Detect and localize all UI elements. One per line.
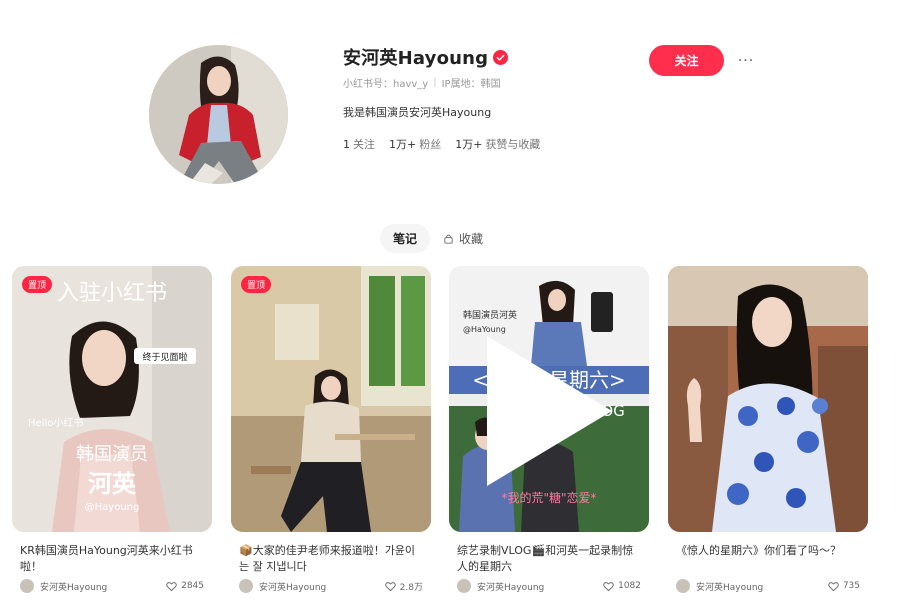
cover-text-subtitle: 韩国演员 bbox=[76, 444, 148, 465]
note-cover-image bbox=[668, 266, 868, 532]
tab-notes[interactable]: 笔记 bbox=[380, 224, 431, 253]
note-footer: 安河英Hayoung 735 bbox=[668, 579, 868, 593]
author-name: 安河英Hayoung bbox=[259, 582, 327, 593]
pinned-badge: 置顶 bbox=[22, 276, 53, 293]
stat-likes-count: 1万+ bbox=[455, 138, 483, 151]
avatar-photo bbox=[149, 45, 288, 184]
like-counter[interactable]: 735 bbox=[828, 581, 860, 592]
stat-following[interactable]: 1 关注 bbox=[343, 136, 375, 152]
like-count: 1082 bbox=[618, 581, 641, 591]
meta-divider: | bbox=[433, 77, 437, 88]
profile-tabs: 笔记 收藏 bbox=[380, 224, 496, 253]
note-card[interactable]: 《惊人的星期六》你们看了吗～？ 安河英Hayoung 735 bbox=[668, 266, 868, 593]
note-footer: 安河英Hayoung 1082 bbox=[449, 579, 649, 593]
lock-icon bbox=[444, 234, 453, 244]
profile-name: 安河英Hayoung bbox=[343, 48, 489, 69]
heart-icon bbox=[828, 581, 839, 591]
profile-avatar bbox=[149, 45, 288, 184]
note-card[interactable]: 韩国演员河英 @HaYoung <惊人的星期六> 录制VLOG *我的荒"糖"恋… bbox=[449, 266, 649, 593]
note-cover[interactable] bbox=[668, 266, 868, 532]
stat-followers-label: 粉丝 bbox=[419, 138, 442, 151]
stat-following-label: 关注 bbox=[353, 138, 375, 151]
stat-likes[interactable]: 1万+ 获赞与收藏 bbox=[455, 136, 540, 152]
follow-button[interactable]: 关注 bbox=[649, 45, 724, 76]
note-author[interactable]: 安河英Hayoung bbox=[457, 579, 544, 593]
note-cover-image: 入驻小红书 终于见面啦 Hello小红书 韩国演员 河英 @Hayoung bbox=[12, 266, 212, 532]
ip-location: IP属地：韩国 bbox=[441, 79, 501, 90]
author-name: 安河英Hayoung bbox=[696, 582, 764, 593]
verified-badge-icon bbox=[493, 49, 509, 65]
tab-collections[interactable]: 收藏 bbox=[430, 224, 496, 253]
tab-collections-label: 收藏 bbox=[459, 232, 484, 246]
like-count: 735 bbox=[842, 581, 860, 591]
more-icon[interactable]: ··· bbox=[736, 52, 756, 70]
heart-icon bbox=[166, 581, 177, 591]
author-avatar bbox=[239, 579, 253, 593]
like-counter[interactable]: 1082 bbox=[603, 581, 641, 592]
note-cover[interactable]: 入驻小红书 终于见面啦 Hello小红书 韩国演员 河英 @Hayoung 置顶 bbox=[12, 266, 212, 532]
note-author[interactable]: 安河英Hayoung bbox=[239, 579, 326, 593]
note-title[interactable]: 综艺录制VLOG🎬和河英一起录制惊人的星期六 bbox=[449, 543, 649, 575]
note-cover-image bbox=[231, 266, 431, 532]
cover-text-title: 入驻小红书 bbox=[57, 281, 167, 306]
note-cover[interactable]: 韩国演员河英 @HaYoung <惊人的星期六> 录制VLOG *我的荒"糖"恋… bbox=[449, 266, 649, 532]
stat-followers[interactable]: 1万+ 粉丝 bbox=[389, 136, 441, 152]
cover-text-handle: @Hayoung bbox=[85, 502, 140, 513]
profile-info: 安河英Hayoung 小红书号：havv_y | IP属地：韩国 我是韩国演员安… bbox=[343, 44, 643, 152]
play-icon bbox=[487, 336, 612, 486]
author-name: 安河英Hayoung bbox=[477, 582, 545, 593]
pinned-badge: 置顶 bbox=[241, 276, 272, 293]
cover-text-sticker: 终于见面啦 bbox=[142, 351, 187, 363]
like-count: 2845 bbox=[181, 581, 204, 591]
note-title[interactable]: KR韩国演员HaYoung河英来小红书啦！ bbox=[12, 543, 212, 575]
like-count: 2.8万 bbox=[399, 582, 423, 593]
note-cover[interactable]: 置顶 bbox=[231, 266, 431, 532]
profile-bio: 我是韩国演员安河英Hayoung bbox=[343, 106, 492, 119]
cover-text-name: 河英 bbox=[88, 470, 137, 498]
note-author[interactable]: 安河英Hayoung bbox=[676, 579, 763, 593]
note-card[interactable]: 置顶 📦大家的佳尹老师来报道啦！가윤이는 잘 지냅니다 安河英Hayoung 2… bbox=[231, 266, 431, 593]
note-footer: 安河英Hayoung 2.8万 bbox=[231, 579, 431, 593]
note-card[interactable]: 入驻小红书 终于见面啦 Hello小红书 韩国演员 河英 @Hayoung 置顶… bbox=[12, 266, 212, 593]
heart-icon bbox=[384, 581, 396, 591]
profile-meta: 小红书号：havv_y | IP属地：韩国 bbox=[343, 75, 643, 90]
tab-notes-label: 笔记 bbox=[393, 232, 418, 246]
stat-following-count: 1 bbox=[343, 138, 350, 151]
account-id: 小红书号：havv_y bbox=[343, 79, 429, 90]
author-name: 安河英Hayoung bbox=[40, 582, 108, 593]
stat-likes-label: 获赞与收藏 bbox=[485, 138, 541, 151]
stat-followers-count: 1万+ bbox=[389, 138, 417, 151]
author-avatar bbox=[676, 579, 690, 593]
like-counter[interactable]: 2845 bbox=[166, 581, 204, 592]
profile-stats: 1 关注 1万+ 粉丝 1万+ 获赞与收藏 bbox=[343, 136, 643, 152]
note-author[interactable]: 安河英Hayoung bbox=[20, 579, 107, 593]
name-row: 安河英Hayoung bbox=[343, 44, 643, 70]
author-avatar bbox=[20, 579, 34, 593]
author-avatar bbox=[457, 579, 471, 593]
like-counter[interactable]: 2.8万 bbox=[384, 580, 423, 593]
note-title[interactable]: 《惊人的星期六》你们看了吗～？ bbox=[668, 543, 868, 575]
note-title[interactable]: 📦大家的佳尹老师来报道啦！가윤이는 잘 지냅니다 bbox=[231, 543, 431, 575]
cover-text-hello: Hello小红书 bbox=[28, 416, 83, 429]
note-footer: 安河英Hayoung 2845 bbox=[12, 579, 212, 593]
heart-icon bbox=[603, 581, 614, 591]
